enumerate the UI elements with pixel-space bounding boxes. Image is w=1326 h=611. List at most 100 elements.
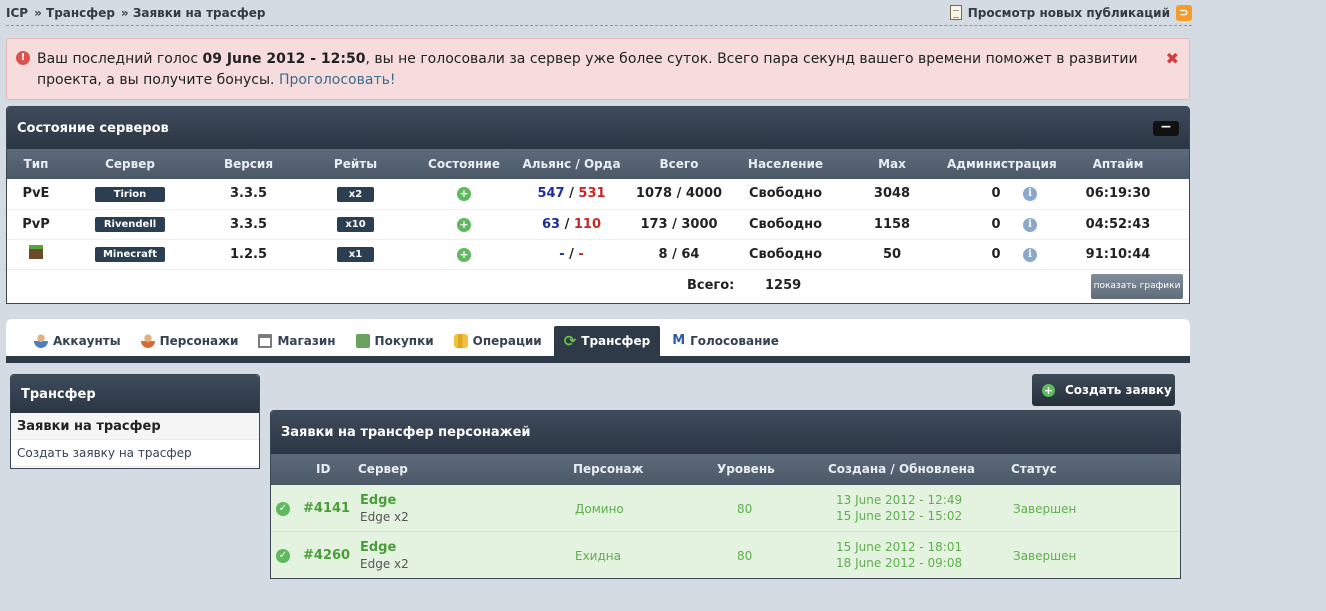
server-row: Minecraft 1.2.5 x1 + - / - 8 / 64 Свобод… bbox=[7, 239, 1189, 270]
tab-accounts[interactable]: Аккаунты bbox=[26, 326, 129, 356]
col-character: Персонаж bbox=[573, 462, 644, 476]
server-uptime: 06:19:30 bbox=[1045, 179, 1189, 210]
requests-title: Заявки на трансфер персонажей bbox=[281, 425, 531, 440]
server-name-badge[interactable]: Tirion bbox=[95, 186, 165, 202]
requests-table-header: ID Сервер Персонаж Уровень Создана / Обн… bbox=[271, 454, 1180, 485]
account-icon bbox=[34, 334, 48, 348]
server-version: 3.3.5 bbox=[195, 179, 302, 210]
server-name-badge[interactable]: Minecraft bbox=[95, 247, 165, 262]
minecraft-icon bbox=[29, 245, 43, 259]
info-icon[interactable]: i bbox=[1023, 217, 1037, 232]
server-population: Свободно bbox=[734, 179, 837, 210]
tab-voting[interactable]: M Голосование bbox=[664, 326, 787, 356]
col-server: Сервер bbox=[358, 462, 408, 476]
info-icon[interactable]: i bbox=[1023, 187, 1037, 201]
server-status-header: Состояние серверов − bbox=[7, 107, 1189, 149]
faction-counts: 63 / 110 bbox=[519, 209, 624, 240]
side-menu-title: Трансфер bbox=[21, 386, 96, 402]
collapse-button[interactable]: − bbox=[1153, 120, 1179, 136]
col-rates: Рейты bbox=[302, 149, 409, 179]
server-max: 50 bbox=[837, 239, 947, 270]
tab-purchases[interactable]: Покупки bbox=[348, 326, 442, 356]
characters-icon bbox=[140, 334, 155, 348]
server-admin-count: 0 bbox=[991, 186, 1001, 202]
col-admin: Администрация bbox=[947, 149, 1057, 179]
tab-label: Персонажи bbox=[159, 334, 239, 348]
top-bar: ICP » Трансфер » Заявки на трасфер Просм… bbox=[6, 0, 1192, 26]
request-server-sub: Edge x2 bbox=[360, 557, 409, 571]
new-publications-label[interactable]: Просмотр новых публикаций bbox=[968, 6, 1170, 20]
online-icon: + bbox=[457, 247, 471, 262]
tab-transfer[interactable]: ⟳ Трансфер bbox=[553, 326, 661, 356]
col-max: Max bbox=[837, 149, 947, 179]
alliance-count: 547 bbox=[537, 186, 565, 202]
server-table-header: Тип Сервер Версия Рейты Состояние Альянс… bbox=[7, 149, 1189, 179]
server-total-row: Всего: 1259 показать графики bbox=[7, 270, 1189, 303]
info-icon[interactable]: i bbox=[1023, 247, 1037, 262]
purchases-icon bbox=[355, 334, 370, 348]
side-menu-header: Трансфер bbox=[11, 375, 259, 413]
alliance-count: - bbox=[559, 246, 565, 262]
faction-counts: - / - bbox=[519, 239, 624, 270]
tab-characters[interactable]: Персонажи bbox=[133, 326, 247, 356]
server-status-title: Состояние серверов bbox=[17, 120, 169, 136]
vote-icon: M bbox=[672, 333, 686, 348]
cart-icon bbox=[258, 334, 273, 348]
server-row: PvE Tirion 3.3.5 x2 + 547 / 531 1078 / 4… bbox=[7, 179, 1189, 210]
table-row[interactable]: ✓ #4141 Edge Edge x2 Домино 80 13 June 2… bbox=[271, 485, 1180, 532]
request-character: Домино bbox=[575, 502, 624, 516]
main-tabs: Аккаунты Персонажи Магазин Покупки Опера… bbox=[6, 319, 1190, 363]
tab-operations[interactable]: Операции bbox=[446, 326, 550, 356]
server-uptime: 91:10:44 bbox=[1045, 239, 1189, 270]
new-publications-link[interactable]: Просмотр новых публикаций ⊃ bbox=[949, 4, 1192, 21]
col-alliance-horde: Альянс / Орда bbox=[519, 149, 624, 179]
tab-shop[interactable]: Магазин bbox=[250, 326, 343, 356]
col-type: Тип bbox=[7, 149, 65, 179]
close-icon[interactable]: ✖ bbox=[1166, 51, 1179, 67]
rss-icon[interactable]: ⊃ bbox=[1176, 4, 1192, 21]
breadcrumb-requests[interactable]: » Заявки на трасфер bbox=[121, 6, 266, 20]
breadcrumb-transfer[interactable]: » Трансфер bbox=[34, 6, 115, 20]
vote-link[interactable]: Проголосовать! bbox=[279, 72, 396, 88]
create-request-label: Создать заявку bbox=[1065, 383, 1172, 397]
document-icon bbox=[949, 5, 962, 20]
table-row[interactable]: ✓ #4260 Edge Edge x2 Ехидна 80 15 June 2… bbox=[271, 532, 1180, 578]
tab-label: Покупки bbox=[374, 334, 434, 348]
col-created-updated: Создана / Обновлена bbox=[828, 462, 975, 476]
side-item-requests[interactable]: Заявки на трасфер bbox=[11, 413, 259, 440]
request-id[interactable]: #4141 bbox=[303, 501, 350, 516]
server-status-panel: Состояние серверов − Тип Сервер Версия Р… bbox=[6, 106, 1190, 304]
server-total: 1078 / 4000 bbox=[624, 179, 734, 210]
transfer-side-menu: Трансфер Заявки на трасфер Создать заявк… bbox=[10, 374, 260, 469]
request-server-sub: Edge x2 bbox=[360, 510, 409, 524]
faction-counts: 547 / 531 bbox=[519, 179, 624, 210]
show-graphs-button[interactable]: показать графики bbox=[1091, 273, 1183, 299]
tab-label: Аккаунты bbox=[53, 334, 121, 348]
server-name-badge[interactable]: Rivendell bbox=[95, 217, 165, 232]
alliance-count: 63 bbox=[541, 216, 561, 232]
tab-label: Операции bbox=[472, 334, 542, 348]
server-population: Свободно bbox=[734, 209, 837, 240]
tab-label: Голосование bbox=[690, 334, 779, 348]
server-type: PvE bbox=[7, 179, 65, 210]
request-character: Ехидна bbox=[575, 549, 621, 563]
check-icon: ✓ bbox=[276, 502, 290, 516]
request-id[interactable]: #4260 bbox=[303, 548, 350, 563]
create-request-button[interactable]: + Создать заявку bbox=[1032, 374, 1175, 406]
check-icon: ✓ bbox=[276, 549, 290, 563]
request-status: Завершен bbox=[1013, 502, 1077, 516]
request-server: Edge bbox=[360, 493, 397, 508]
server-table: Тип Сервер Версия Рейты Состояние Альянс… bbox=[7, 149, 1189, 270]
server-population: Свободно bbox=[734, 239, 837, 270]
plus-icon: + bbox=[1042, 383, 1055, 397]
total-online-value: 1259 bbox=[765, 277, 802, 293]
side-item-create-request[interactable]: Создать заявку на трасфер bbox=[11, 440, 259, 467]
horde-count: 531 bbox=[578, 186, 606, 202]
request-created: 15 June 2012 - 18:01 bbox=[836, 540, 963, 554]
transfer-icon: ⟳ bbox=[563, 332, 577, 350]
server-max: 1158 bbox=[837, 209, 947, 240]
breadcrumb-home[interactable]: ICP bbox=[6, 6, 28, 20]
vote-notice: ! Ваш последний голос 09 June 2012 - 12:… bbox=[6, 38, 1190, 100]
col-state: Состояние bbox=[409, 149, 519, 179]
request-level: 80 bbox=[737, 502, 753, 516]
